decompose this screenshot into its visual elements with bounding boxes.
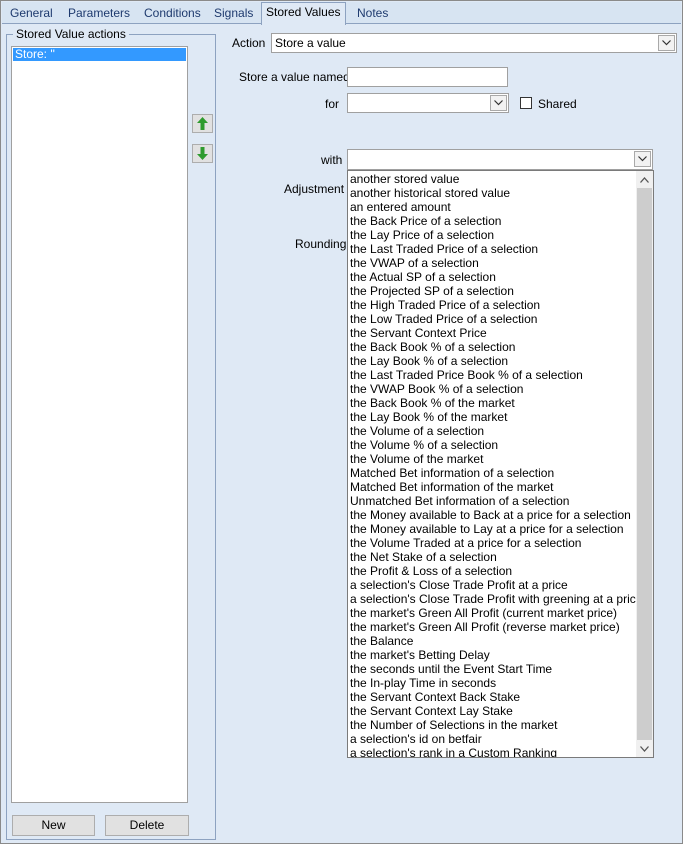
- dropdown-option[interactable]: the Profit & Loss of a selection: [350, 564, 512, 578]
- dropdown-option[interactable]: the Actual SP of a selection: [350, 270, 496, 284]
- adjustment-label: Adjustment: [284, 182, 345, 196]
- stored-values-window: General Parameters Conditions Signals St…: [0, 0, 683, 844]
- dropdown-option[interactable]: the High Traded Price of a selection: [350, 298, 540, 312]
- store-named-label: Store a value named: [239, 70, 350, 84]
- scroll-down-button[interactable]: [636, 740, 653, 757]
- dropdown-option[interactable]: the Volume of a selection: [350, 424, 484, 438]
- scroll-thumb[interactable]: [637, 188, 652, 740]
- dropdown-option[interactable]: the Servant Context Price: [350, 326, 487, 340]
- action-label: Action: [232, 36, 266, 50]
- dropdown-option[interactable]: Matched Bet information of the market: [350, 480, 553, 494]
- green-down-arrow-icon: [197, 147, 208, 160]
- scroll-up-button[interactable]: [636, 171, 653, 188]
- dropdown-option[interactable]: another historical stored value: [350, 186, 510, 200]
- dropdown-option[interactable]: the Money available to Back at a price f…: [350, 508, 631, 522]
- chevron-down-icon[interactable]: [634, 151, 651, 167]
- with-label: with: [321, 153, 343, 167]
- dropdown-option[interactable]: the seconds until the Event Start Time: [350, 662, 552, 676]
- dropdown-option[interactable]: the Lay Book % of a selection: [350, 354, 508, 368]
- dropdown-option[interactable]: the market's Green All Profit (current m…: [350, 606, 617, 620]
- dropdown-option[interactable]: the Back Book % of the market: [350, 396, 515, 410]
- dropdown-option[interactable]: the Servant Context Lay Stake: [350, 704, 513, 718]
- dropdown-option[interactable]: a selection's Close Trade Profit at a pr…: [350, 578, 568, 592]
- group-title: Stored Value actions: [13, 27, 129, 41]
- dropdown-option[interactable]: the In-play Time in seconds: [350, 676, 496, 690]
- list-item[interactable]: Store: '': [13, 48, 186, 61]
- for-label: for: [325, 97, 340, 111]
- tab-stored-values[interactable]: Stored Values: [261, 2, 346, 25]
- dropdown-option[interactable]: the Number of Selections in the market: [350, 718, 557, 732]
- move-up-button[interactable]: [192, 114, 213, 133]
- tab-signals[interactable]: Signals: [210, 4, 257, 24]
- dropdown-option[interactable]: the market's Betting Delay: [350, 648, 490, 662]
- dropdown-option[interactable]: the VWAP Book % of a selection: [350, 382, 523, 396]
- dropdown-option[interactable]: the Volume Traded at a price for a selec…: [350, 536, 581, 550]
- move-down-button[interactable]: [192, 144, 213, 163]
- dropdown-option[interactable]: an entered amount: [350, 200, 451, 214]
- dropdown-option[interactable]: the Projected SP of a selection: [350, 284, 514, 298]
- with-combo[interactable]: [347, 149, 653, 170]
- dropdown-option[interactable]: a selection's Close Trade Profit with gr…: [350, 592, 642, 606]
- dropdown-option[interactable]: the Volume of the market: [350, 452, 483, 466]
- tab-conditions[interactable]: Conditions: [140, 4, 205, 24]
- chevron-down-icon[interactable]: [490, 95, 507, 111]
- tab-notes[interactable]: Notes: [353, 4, 392, 24]
- shared-label: Shared: [538, 97, 577, 111]
- dropdown-option[interactable]: the Lay Price of a selection: [350, 228, 494, 242]
- delete-button[interactable]: Delete: [105, 815, 189, 836]
- dropdown-option[interactable]: Unmatched Bet information of a selection: [350, 494, 569, 508]
- dropdown-option[interactable]: the Servant Context Back Stake: [350, 690, 520, 704]
- for-combo[interactable]: [347, 93, 509, 113]
- store-named-field[interactable]: [347, 67, 508, 87]
- dropdown-option[interactable]: the Money available to Lay at a price fo…: [350, 522, 624, 536]
- chevron-down-icon: [640, 745, 649, 752]
- tab-general[interactable]: General: [6, 4, 57, 24]
- with-dropdown-list[interactable]: another stored value another historical s…: [347, 170, 654, 758]
- dropdown-option[interactable]: the Last Traded Price Book % of a select…: [350, 368, 583, 382]
- dropdown-option[interactable]: the Net Stake of a selection: [350, 550, 497, 564]
- dropdown-option[interactable]: the Back Price of a selection: [350, 214, 501, 228]
- new-button[interactable]: New: [12, 815, 95, 836]
- action-value: Store a value: [275, 36, 346, 50]
- action-combo[interactable]: Store a value: [271, 33, 677, 53]
- dropdown-option[interactable]: a selection's rank in a Custom Ranking: [350, 746, 557, 757]
- dropdown-option[interactable]: the Low Traded Price of a selection: [350, 312, 537, 326]
- dropdown-option[interactable]: the Balance: [350, 634, 413, 648]
- dropdown-option[interactable]: another stored value: [350, 172, 459, 186]
- stored-value-list[interactable]: Store: '': [11, 46, 188, 803]
- dropdown-option[interactable]: the market's Green All Profit (reverse m…: [350, 620, 620, 634]
- dropdown-option[interactable]: the Lay Book % of the market: [350, 410, 507, 424]
- shared-checkbox[interactable]: [520, 97, 532, 109]
- dropdown-option[interactable]: the VWAP of a selection: [350, 256, 479, 270]
- rounding-label: Rounding: [295, 237, 347, 251]
- dropdown-option[interactable]: a selection's id on betfair: [350, 732, 482, 746]
- vertical-scrollbar[interactable]: [636, 171, 653, 757]
- tab-bar: General Parameters Conditions Signals St…: [2, 2, 681, 25]
- dropdown-option[interactable]: the Last Traded Price of a selection: [350, 242, 538, 256]
- dropdown-option[interactable]: the Back Book % of a selection: [350, 340, 515, 354]
- green-up-arrow-icon: [197, 117, 208, 130]
- chevron-up-icon: [640, 176, 649, 183]
- tab-parameters[interactable]: Parameters: [64, 4, 134, 24]
- dropdown-option[interactable]: Matched Bet information of a selection: [350, 466, 554, 480]
- dropdown-option[interactable]: the Volume % of a selection: [350, 438, 498, 452]
- chevron-down-icon[interactable]: [658, 35, 675, 51]
